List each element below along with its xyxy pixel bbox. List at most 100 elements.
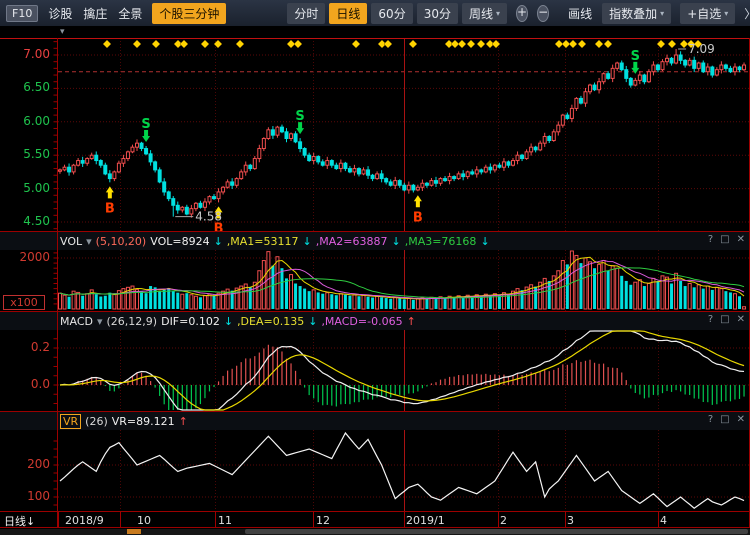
panel-divider	[0, 38, 750, 39]
vr-chart[interactable]	[0, 430, 750, 511]
svg-text:S: S	[631, 49, 640, 64]
buy-sell-markers-layer: BBBSSS	[105, 49, 640, 232]
volume-bars-layer	[59, 251, 746, 309]
indicator-value: (26,12,9)	[107, 315, 158, 328]
period-tab-label: 30分	[424, 5, 451, 22]
date-label: 2019/1	[406, 514, 445, 527]
period-tab-label: 60分	[378, 5, 405, 22]
vr-indicator-selector[interactable]: VR	[60, 414, 81, 429]
date-axis-tick	[313, 512, 314, 527]
date-axis: 2018/91011122019/1234	[0, 512, 750, 527]
overlay-dropdown-icon[interactable]: ▾	[60, 27, 65, 37]
vr-axis-label: 100	[0, 489, 50, 503]
date-axis-tick	[404, 512, 405, 527]
maximize-icon[interactable]: □	[720, 414, 729, 425]
svg-text:7.09: 7.09	[688, 42, 715, 56]
candlestick-chart[interactable]: BBBSSS4.587.09	[0, 38, 750, 232]
indicator-value: ↓	[224, 315, 233, 328]
panorama-tab[interactable]: 全景	[117, 3, 143, 24]
stock-3min-tab[interactable]: 个股三分钟	[152, 3, 226, 24]
chevron-down-icon: ▾	[660, 9, 664, 18]
chevron-down-icon: ▾	[496, 9, 500, 18]
date-axis-tick	[498, 512, 499, 527]
indicator-value: DIF=0.102	[161, 315, 220, 328]
panel-divider	[0, 231, 750, 232]
stock-chart-window: F10诊股擒庄全景个股三分钟分时日线60分30分周线▾+−画线指数叠加▾+自选▾…	[0, 0, 750, 535]
date-axis-tick	[215, 512, 216, 527]
svg-text:B: B	[105, 201, 115, 216]
indicator-value: ↑	[407, 315, 416, 328]
diagnose-stock-tab[interactable]: 诊股	[47, 3, 73, 24]
period-60min[interactable]: 60分	[371, 3, 412, 24]
period-30min[interactable]: 30分	[417, 3, 458, 24]
period-intraday[interactable]: 分时	[287, 3, 325, 24]
date-axis-tick	[658, 512, 659, 527]
date-axis-tick	[565, 512, 566, 527]
vr-axis-label: 200	[0, 457, 50, 471]
period-dropdown[interactable]: 日线↓	[4, 513, 35, 529]
h-scrollbar-thumb[interactable]	[245, 529, 748, 534]
maximize-icon[interactable]: □	[720, 234, 729, 245]
price-label: 7.00	[0, 47, 50, 61]
panel-divider	[0, 311, 750, 312]
toolbar-button-label: 指数叠加	[609, 5, 657, 22]
dea-line	[60, 331, 744, 410]
candles-layer	[59, 49, 746, 218]
chevron-down-icon[interactable]: ▾	[86, 235, 92, 248]
date-label: 3	[567, 514, 574, 527]
period-tab-group: 分时日线60分30分周线▾	[287, 3, 507, 24]
indicator-value: ,DEA=0.135	[237, 315, 304, 328]
macd-histogram-layer	[60, 345, 744, 410]
macd-gridlines	[54, 330, 750, 411]
date-label: 12	[316, 514, 330, 527]
macd-chart[interactable]	[0, 330, 750, 411]
macd-axis-label: 0.0	[0, 377, 50, 391]
close-icon[interactable]: ✕	[737, 314, 745, 325]
main-gridlines	[54, 38, 750, 232]
zoom-out-button[interactable]: −	[537, 5, 549, 22]
draw-line-button[interactable]: 画线	[567, 3, 593, 24]
panel-divider	[0, 411, 750, 412]
help-icon[interactable]: ?	[708, 314, 713, 325]
volume-chart[interactable]	[0, 250, 750, 311]
indicator-value: VR=89.121	[112, 415, 175, 428]
indicator-value: (26)	[85, 415, 108, 428]
period-tab-label: 周线	[469, 5, 493, 22]
axis-border	[57, 38, 58, 528]
macd-indicator-selector[interactable]: MACD	[60, 315, 93, 328]
index-overlay-dropdown[interactable]: 指数叠加▾	[602, 3, 671, 24]
h-scrollbar[interactable]	[0, 529, 750, 535]
volume-axis-label: 2000	[0, 250, 50, 264]
price-label: 6.00	[0, 114, 50, 128]
indicator-value: ↓	[308, 315, 317, 328]
period-daily[interactable]: 日线	[329, 3, 367, 24]
vr-gridlines	[54, 430, 750, 511]
help-icon[interactable]: ?	[708, 234, 713, 245]
svg-text:4.58: 4.58	[195, 210, 222, 224]
add-watchlist-dropdown[interactable]: +自选▾	[680, 3, 735, 24]
vol-panel-header: VOL▾ (5,10,20) VOL=8924↓,MA1=53117↓,MA2=…	[0, 232, 750, 250]
collapse-panel-icon[interactable]: 〉|	[744, 5, 750, 22]
maximize-icon[interactable]: □	[720, 314, 729, 325]
close-icon[interactable]: ✕	[737, 234, 745, 245]
date-label: 10	[137, 514, 151, 527]
chevron-down-icon[interactable]: ▾	[97, 315, 103, 328]
help-icon[interactable]: ?	[708, 414, 713, 425]
indicator-value: ↓	[480, 235, 489, 248]
f10-button[interactable]: F10	[6, 5, 38, 22]
indicator-value: ↓	[303, 235, 312, 248]
chevron-down-icon: ▾	[724, 9, 728, 18]
vol-indicator-selector[interactable]: VOL	[60, 235, 82, 248]
macd-panel-header: MACD▾ (26,12,9) DIF=0.102↓,DEA=0.135↓,MA…	[0, 312, 750, 330]
period-tab-label: 分时	[294, 5, 318, 22]
volume-unit-box: x100	[3, 295, 45, 310]
zoom-in-button[interactable]: +	[516, 5, 528, 22]
close-icon[interactable]: ✕	[737, 414, 745, 425]
indicator-value: ↑	[179, 415, 188, 428]
period-label: 日线	[4, 515, 26, 528]
catch-banker-tab[interactable]: 擒庄	[82, 3, 108, 24]
toolbar-button-label: +自选	[687, 5, 721, 22]
period-weekly[interactable]: 周线▾	[462, 3, 507, 24]
price-label: 6.50	[0, 80, 50, 94]
arrow-down-icon: ↓	[26, 515, 35, 528]
